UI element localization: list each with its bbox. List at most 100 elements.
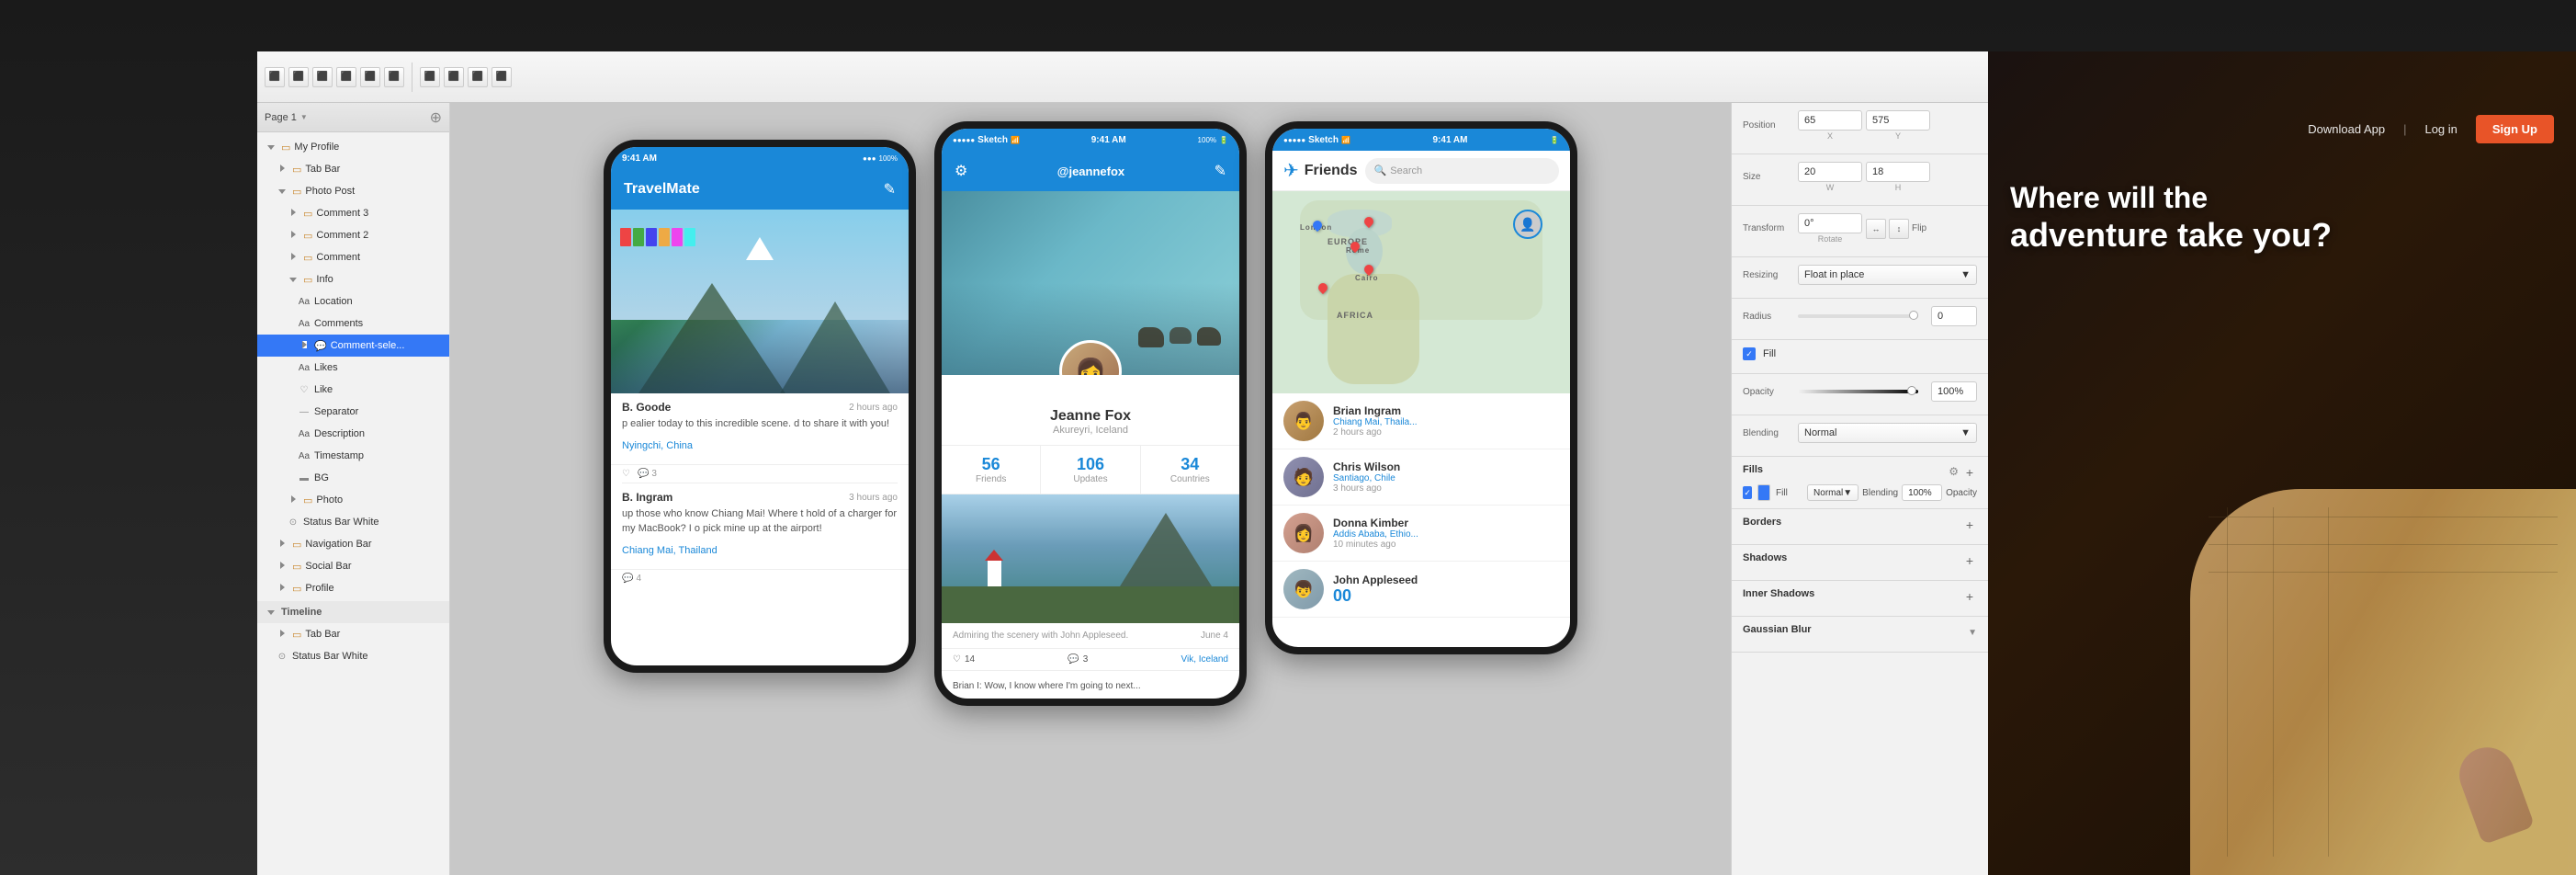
w-field[interactable]: 20 bbox=[1798, 162, 1862, 182]
horse-1 bbox=[1138, 327, 1164, 347]
layer-comment-2[interactable]: ▭ Comment 2 bbox=[257, 224, 449, 246]
post-1-comment-action[interactable]: 💬 3 bbox=[638, 469, 657, 479]
layer-separator[interactable]: — Separator bbox=[257, 401, 449, 423]
left-bg-panel: ＋ Insert ▣ Group ⊞ Ungroup ⬡ Create Symb… bbox=[0, 51, 257, 875]
layer-location[interactable]: Aa Location bbox=[257, 290, 449, 312]
align-center-v-button[interactable]: ⬛ bbox=[360, 67, 380, 87]
distribute-v-button[interactable]: ⬛ bbox=[444, 67, 464, 87]
borders-title: Borders bbox=[1743, 517, 1781, 528]
post-1-like-action[interactable]: ♡ bbox=[622, 469, 630, 479]
h-field[interactable]: 18 bbox=[1866, 162, 1930, 182]
distribute-h-button[interactable]: ⬛ bbox=[420, 67, 440, 87]
align-center-h-button[interactable]: ⬛ bbox=[288, 67, 309, 87]
fill-sub-label-opacity: Opacity bbox=[1946, 488, 1977, 498]
nav-signup-button[interactable]: Sign Up bbox=[2476, 115, 2554, 143]
phone3-nav: ✈ Friends 🔍 Search bbox=[1272, 151, 1570, 191]
layer-comments[interactable]: Aa Comments bbox=[257, 312, 449, 335]
profile-nav-edit-icon[interactable]: ✎ bbox=[1215, 162, 1226, 180]
distribute-2-button[interactable]: ⬛ bbox=[468, 67, 488, 87]
fills-header-row: Fills ⚙ + bbox=[1743, 464, 1977, 481]
phone1-title: TravelMate bbox=[624, 181, 700, 198]
layer-timeline-tab-bar[interactable]: ▭ Tab Bar bbox=[257, 623, 449, 645]
stat-friends-label: Friends bbox=[942, 474, 1040, 484]
x-field[interactable]: 65 bbox=[1798, 110, 1862, 131]
map-line-v3 bbox=[2328, 507, 2329, 857]
layer-status-bar-white[interactable]: ⊙ Status Bar White bbox=[257, 511, 449, 533]
borders-add-button[interactable]: + bbox=[1962, 517, 1977, 532]
resizing-label: Resizing bbox=[1743, 270, 1791, 280]
layer-timeline[interactable]: Timeline bbox=[257, 601, 449, 623]
layer-folder-icon: ▭ bbox=[303, 208, 312, 220]
layer-like[interactable]: ♡ Like bbox=[257, 379, 449, 401]
like-group[interactable]: ♡ 14 bbox=[953, 654, 975, 665]
map-label-cairo: Cairo bbox=[1355, 274, 1378, 282]
post-1-actions: ♡ 💬 3 bbox=[611, 464, 909, 483]
opacity-slider[interactable] bbox=[1798, 390, 1918, 393]
layer-comment-3[interactable]: ▭ Comment 3 bbox=[257, 202, 449, 224]
profile-nav-gear-icon[interactable]: ⚙ bbox=[955, 162, 967, 180]
fills-gear-icon[interactable]: ⚙ bbox=[1949, 465, 1959, 480]
shadows-title: Shadows bbox=[1743, 552, 1787, 563]
layer-tab-bar[interactable]: ▭ Tab Bar bbox=[257, 158, 449, 180]
opacity-value-field[interactable]: 100% bbox=[1931, 381, 1977, 402]
layer-photo[interactable]: ▭ Photo bbox=[257, 489, 449, 511]
friend-avatar-john: 👦 bbox=[1283, 569, 1324, 609]
friend-item-john[interactable]: 👦 John Appleseed 00 bbox=[1272, 562, 1570, 618]
radius-value-field[interactable]: 0 bbox=[1931, 306, 1977, 326]
layer-comment-selected[interactable]: 💬 Comment-sele... bbox=[257, 335, 449, 357]
shadows-add-button[interactable]: + bbox=[1962, 553, 1977, 568]
fill-row-checkbox[interactable]: ✓ bbox=[1743, 486, 1752, 499]
layer-likes[interactable]: Aa Likes bbox=[257, 357, 449, 379]
map-hand-bg bbox=[2190, 489, 2576, 875]
layer-timeline-status-bar[interactable]: ⊙ Status Bar White bbox=[257, 645, 449, 667]
fill-blending-dropdown[interactable]: Normal ▼ bbox=[1807, 484, 1859, 501]
layer-bg[interactable]: ▬ BG bbox=[257, 467, 449, 489]
friend-item-donna[interactable]: 👩 Donna Kimber Addis Ababa, Ethio... 10 … bbox=[1272, 506, 1570, 562]
layer-timestamp[interactable]: Aa Timestamp bbox=[257, 445, 449, 467]
nav-login-link[interactable]: Log in bbox=[2424, 122, 2457, 136]
blending-dropdown[interactable]: Normal ▼ bbox=[1798, 423, 1977, 443]
radius-slider[interactable] bbox=[1798, 314, 1918, 318]
layer-social-bar[interactable]: ▭ Social Bar bbox=[257, 555, 449, 577]
y-field[interactable]: 575 bbox=[1866, 110, 1930, 131]
friend-item-chris[interactable]: 🧑 Chris Wilson Santiago, Chile 3 hours a… bbox=[1272, 449, 1570, 506]
dots-3: ●●●●● bbox=[1283, 136, 1305, 144]
layer-my-profile[interactable]: ▭ My Profile bbox=[257, 136, 449, 158]
flip-v-button[interactable]: ↕ bbox=[1889, 219, 1909, 239]
phone1-edit-icon[interactable]: ✎ bbox=[884, 180, 896, 199]
resizing-dropdown[interactable]: Float in place ▼ bbox=[1798, 265, 1977, 285]
layers-add-button[interactable]: ⊕ bbox=[430, 108, 442, 127]
fill-opacity-field[interactable]: 100% bbox=[1902, 484, 1942, 501]
stat-friends[interactable]: 56 Friends bbox=[942, 446, 1041, 494]
fill-checkbox[interactable]: ✓ bbox=[1743, 347, 1756, 360]
comment-group[interactable]: 💬 3 bbox=[1068, 654, 1088, 665]
stat-updates[interactable]: 106 Updates bbox=[1041, 446, 1140, 494]
phone1-nav: TravelMate ✎ bbox=[611, 169, 909, 210]
flip-h-button[interactable]: ↔ bbox=[1866, 219, 1886, 239]
post-1-content: B. Goode 2 hours ago p ealier today to t… bbox=[611, 393, 909, 460]
nav-download-link[interactable]: Download App bbox=[2308, 122, 2385, 136]
fill-color-swatch[interactable] bbox=[1757, 484, 1770, 501]
layer-info[interactable]: ▭ Info bbox=[257, 268, 449, 290]
stat-countries[interactable]: 34 Countries bbox=[1141, 446, 1239, 494]
layer-photo-post[interactable]: ▭ Photo Post bbox=[257, 180, 449, 202]
post-2-comment-action[interactable]: 💬 4 bbox=[622, 574, 641, 584]
align-right-button[interactable]: ⬛ bbox=[312, 67, 333, 87]
align-top-button[interactable]: ⬛ bbox=[336, 67, 356, 87]
distribute-3-button[interactable]: ⬛ bbox=[491, 67, 512, 87]
fills-add-button[interactable]: + bbox=[1962, 465, 1977, 480]
search-bar[interactable]: 🔍 Search bbox=[1365, 158, 1559, 184]
post-1-text: p ealier today to this incredible scene.… bbox=[622, 417, 898, 431]
layer-comments-label: Comments bbox=[314, 318, 363, 329]
layer-profile[interactable]: ▭ Profile bbox=[257, 577, 449, 599]
inner-shadows-add-button[interactable]: + bbox=[1962, 589, 1977, 604]
page-selector[interactable]: Page 1 ▼ bbox=[265, 112, 308, 123]
layer-description-label: Description bbox=[314, 428, 365, 439]
friend-item-brian[interactable]: 👨 Brian Ingram Chiang Mai, Thaila... 2 h… bbox=[1272, 393, 1570, 449]
layer-comment[interactable]: ▭ Comment bbox=[257, 246, 449, 268]
align-left-button[interactable]: ⬛ bbox=[265, 67, 285, 87]
layer-description[interactable]: Aa Description bbox=[257, 423, 449, 445]
rotate-field[interactable]: 0° bbox=[1798, 213, 1862, 233]
layer-navigation-bar[interactable]: ▭ Navigation Bar bbox=[257, 533, 449, 555]
align-bottom-button[interactable]: ⬛ bbox=[384, 67, 404, 87]
